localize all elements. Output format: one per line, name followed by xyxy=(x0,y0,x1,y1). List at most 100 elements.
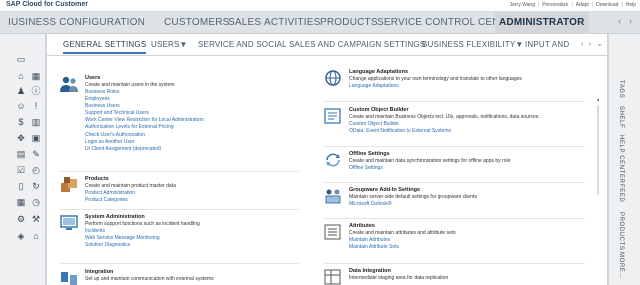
tab-business-flexibility[interactable]: BUSINESS FLEXIBILITY▼ xyxy=(422,40,523,49)
handshake-icon[interactable]: ✥ xyxy=(16,133,26,143)
link-incidents[interactable]: Incidents xyxy=(85,228,160,235)
report-icon[interactable]: ▦ xyxy=(16,197,26,207)
user-name-link[interactable]: Jerry Wang xyxy=(510,2,535,8)
section-links: Business Roles Employees Business Users … xyxy=(85,89,204,153)
link-work-center-view-restriction[interactable]: Work Center View Restriction for Local A… xyxy=(85,117,204,124)
section-description: Create and maintain Business Objects inc… xyxy=(349,114,540,120)
home-icon[interactable]: ⌂ xyxy=(16,71,26,81)
link-solution-diagnostics[interactable]: Solution Diagnostics xyxy=(85,242,160,249)
nav-customers[interactable]: CUSTOMERS xyxy=(164,17,230,28)
divider xyxy=(323,101,585,102)
main-navigation: IUSINESS CONFIGURATION CUSTOMERS SALES A… xyxy=(0,12,640,34)
section-description: Set up and maintain communication with e… xyxy=(85,276,214,282)
nav-products[interactable]: PRODUCTS xyxy=(320,17,378,28)
data-integration-icon xyxy=(324,269,341,285)
contacts-icon[interactable]: ☺ xyxy=(16,101,26,111)
section-description: Create and maintain product master data xyxy=(85,183,176,189)
nav-next-arrow-icon[interactable]: › xyxy=(629,16,632,26)
subtab-scroll-arrows: ‹ › ⌄ xyxy=(581,39,603,48)
groupware-icon xyxy=(325,189,341,204)
calendar-icon[interactable]: ▦ xyxy=(31,71,41,81)
link-maintain-attribute-sets[interactable]: Maintain Attribute Sets xyxy=(349,244,399,251)
subtab-overflow-icon[interactable]: ⌄ xyxy=(596,39,603,48)
tab-more[interactable]: MORE... xyxy=(618,252,624,279)
link-microsoft-outlook[interactable]: Microsoft Outlook® xyxy=(349,201,392,208)
link-offline-settings[interactable]: Offline Settings xyxy=(349,165,383,172)
link-web-service-message-monitoring[interactable]: Web Service Message Monitoring xyxy=(85,235,160,242)
service-icon[interactable]: ⚒ xyxy=(31,214,41,224)
briefcase-icon[interactable]: ▣ xyxy=(31,133,41,143)
tab-tags[interactable]: TAGS xyxy=(618,80,624,98)
link-check-user-authorization[interactable]: Check User's Authorization xyxy=(85,132,204,139)
link-language-adaptations[interactable]: Language Adaptations xyxy=(349,83,399,90)
link-business-roles[interactable]: Business Roles xyxy=(85,89,204,96)
section-links: Incidents Web Service Message Monitoring… xyxy=(85,228,160,249)
link-custom-object-builder[interactable]: Custom Object Builder xyxy=(349,121,451,128)
subtab-prev-icon[interactable]: ‹ xyxy=(581,39,584,48)
download-link[interactable]: Download xyxy=(596,2,618,8)
quote-icon[interactable]: ✎ xyxy=(31,149,41,159)
tab-general-settings[interactable]: GENERAL SETTINGS xyxy=(63,40,147,54)
settings-icon[interactable]: ⚙ xyxy=(16,214,26,224)
link-odata-event-notification[interactable]: OData: Event Notification to External Sy… xyxy=(349,128,451,135)
section-description: Create and maintain users in the system xyxy=(85,82,175,88)
link-product-administration[interactable]: Product Administration xyxy=(85,190,135,197)
nav-business-configuration[interactable]: IUSINESS CONFIGURATION xyxy=(8,17,145,28)
tab-sales-and-campaign-settings[interactable]: SALES AND CAMPAIGN SETTINGS xyxy=(289,40,425,49)
tab-shelf[interactable]: SHELF xyxy=(618,106,624,128)
left-icon-rail: ▭ ⌂ ▦ ♟ ⓘ ☺ ! $ ▥ ✥ ▣ ▤ ✎ ☑ ◴ ▯ ↻ ▦ ◷ ⚙ … xyxy=(0,34,46,285)
personalize-link[interactable]: Personalize xyxy=(542,2,568,8)
user-links: Jerry Wang | Personalize | Adapt | Downl… xyxy=(510,2,636,8)
tab-input-and[interactable]: INPUT AND xyxy=(525,40,569,49)
vertical-scrollbar[interactable] xyxy=(597,105,599,195)
shield-icon[interactable]: ◈ xyxy=(16,231,26,241)
adapt-link[interactable]: Adapt xyxy=(576,2,589,8)
building-icon[interactable]: ▤ xyxy=(16,149,26,159)
app-title: SAP Cloud for Customer xyxy=(6,1,88,8)
tab-users[interactable]: USERS▼ xyxy=(151,40,188,49)
section-title: Groupware Add-In Settings xyxy=(349,187,420,193)
link-ui-client-assignment[interactable]: UI Client Assignment (deprecated) xyxy=(85,146,204,153)
info-icon[interactable]: ⓘ xyxy=(31,86,41,96)
nav-prev-arrow-icon[interactable]: ‹ xyxy=(618,16,621,26)
language-icon xyxy=(325,70,341,86)
help-link[interactable]: Help xyxy=(626,2,636,8)
alert-icon[interactable]: ! xyxy=(31,101,41,111)
sales-icon[interactable]: ◴ xyxy=(31,165,41,175)
tab-help-center[interactable]: HELP CENTER xyxy=(618,135,624,184)
nav-administrator[interactable]: ADMINISTRATOR xyxy=(495,12,589,34)
divider xyxy=(323,263,585,264)
offline-icon xyxy=(326,153,340,167)
link-maintain-attributes[interactable]: Maintain Attributes xyxy=(349,237,399,244)
subtab-next-icon[interactable]: › xyxy=(589,39,592,48)
section-title: Attributes xyxy=(349,223,375,229)
tab-service-and-social[interactable]: SERVICE AND SOCIAL xyxy=(198,40,287,49)
section-description: Perform support functions such as incide… xyxy=(85,221,200,227)
revenue-icon[interactable]: $ xyxy=(16,117,26,127)
section-title: Users xyxy=(85,75,101,81)
tab-products[interactable]: PRODUCTS xyxy=(618,212,624,250)
monitor-icon[interactable]: ▭ xyxy=(16,54,26,64)
section-description: Intermediate staging area for data repli… xyxy=(349,275,449,281)
divider xyxy=(59,171,299,172)
chart-icon[interactable]: ▥ xyxy=(31,117,41,127)
task-icon[interactable]: ☑ xyxy=(16,165,26,175)
link-product-categories[interactable]: Product Categories xyxy=(85,197,135,204)
team-icon[interactable]: ♟ xyxy=(16,86,26,96)
warehouse-icon[interactable]: ⌂ xyxy=(31,231,41,241)
clock-icon[interactable]: ◷ xyxy=(31,197,41,207)
scroll-up-icon[interactable]: ▲ xyxy=(596,97,599,103)
nav-activities[interactable]: ACTIVITIES xyxy=(264,17,320,28)
link-authorization-levels[interactable]: Authorization Levels for External Pricin… xyxy=(85,125,204,131)
nav-sales[interactable]: SALES xyxy=(228,17,261,28)
refresh-icon[interactable]: ↻ xyxy=(31,181,41,191)
top-bar: SAP Cloud for Customer Jerry Wang | Pers… xyxy=(0,0,640,12)
link-employees[interactable]: Employees xyxy=(85,96,204,103)
link-business-users[interactable]: Business Users xyxy=(85,103,204,110)
link-support-technical-users[interactable]: Support and Technical Users xyxy=(85,110,204,117)
document-icon[interactable]: ▯ xyxy=(16,181,26,191)
separator: | xyxy=(537,2,540,8)
link-login-as-another-user[interactable]: Login as Another User xyxy=(85,139,204,146)
section-description: Create and maintain data synchronization… xyxy=(349,158,511,164)
tab-feed[interactable]: FEED xyxy=(618,184,624,202)
